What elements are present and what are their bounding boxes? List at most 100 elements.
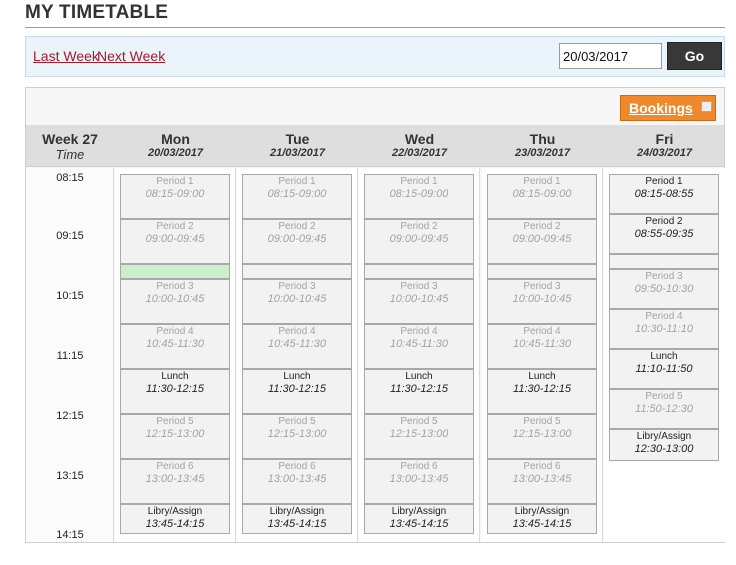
period-block[interactable]: Libry/Assign 13:45-14:15 [487,504,597,534]
period-name: Period 1 [400,176,438,187]
period-name: Period 4 [400,326,438,337]
period-block[interactable]: Period 2 09:00-09:45 [364,219,474,264]
day-header-wed: Wed 22/03/2017 [359,125,480,167]
period-block[interactable]: Period 2 09:00-09:45 [120,219,230,264]
period-name: Period 3 [400,281,438,292]
period-block[interactable]: Period 2 08:55-09:35 [609,214,719,254]
period-time: 13:45-14:15 [389,518,449,530]
timetable-panel: Bookings Week 27 Time Mon 20/03/2017 Tue 21… [25,87,725,543]
break-slot [120,264,230,279]
period-block[interactable]: Period 2 09:00-09:45 [487,219,597,264]
period-block[interactable]: Period 4 10:45-11:30 [120,324,230,369]
period-time: 10:45-11:30 [390,338,448,350]
day-column-mon: Period 1 08:15-09:00 Period 2 09:00-09:45 Pe… [115,168,236,542]
period-time: 08:15-09:00 [145,188,205,200]
week-header: Week 27 Time [26,125,114,167]
break-slot [364,264,474,279]
day-column-thu: Period 1 08:15-09:00 Period 2 09:00-09:45 Pe… [482,168,603,542]
period-time: 13:00-13:45 [267,473,327,485]
period-time: 11:30-12:15 [268,383,326,395]
period-block[interactable]: Period 6 13:00-13:45 [120,459,230,504]
period-block[interactable]: Period 6 13:00-13:45 [364,459,474,504]
period-time: 12:15-13:00 [512,428,572,440]
period-time: 13:00-13:45 [389,473,449,485]
period-name: Period 2 [278,221,316,232]
period-block[interactable]: Lunch 11:30-12:15 [487,369,597,414]
day-header-thu: Thu 23/03/2017 [482,125,603,167]
date-input[interactable] [559,43,662,69]
period-block[interactable]: Period 1 08:15-09:00 [242,174,352,219]
day-date: 20/03/2017 [147,147,204,159]
period-time: 13:00-13:45 [145,473,205,485]
period-block[interactable]: Period 2 09:00-09:45 [242,219,352,264]
period-name: Period 2 [400,221,438,232]
period-name: Period 6 [523,461,561,472]
period-block[interactable]: Libry/Assign 13:45-14:15 [364,504,474,534]
time-tick: 12:15 [56,410,84,422]
period-block[interactable]: Period 3 10:00-10:45 [242,279,352,324]
period-name: Period 5 [156,416,194,427]
period-block[interactable]: Period 3 10:00-10:45 [120,279,230,324]
period-time: 09:00-09:45 [267,233,327,245]
period-time: 13:45-14:15 [267,518,327,530]
day-column-wed: Period 1 08:15-09:00 Period 2 09:00-09:45 Pe… [359,168,480,542]
go-button[interactable]: Go [667,42,722,70]
period-block[interactable]: Period 5 12:15-13:00 [364,414,474,459]
period-name: Period 4 [645,311,683,322]
period-block[interactable]: Libry/Assign 13:45-14:15 [242,504,352,534]
time-tick: 11:15 [56,350,84,362]
period-block[interactable]: Libry/Assign 13:45-14:15 [120,504,230,534]
period-block[interactable]: Period 1 08:15-09:00 [120,174,230,219]
period-block[interactable]: Period 3 10:00-10:45 [364,279,474,324]
period-name: Period 3 [156,281,194,292]
week-label: Week 27 [42,131,98,147]
period-name: Period 5 [645,391,683,402]
period-block[interactable]: Lunch 11:30-12:15 [364,369,474,414]
period-block[interactable]: Libry/Assign 12:30-13:00 [609,429,719,461]
period-name: Period 1 [523,176,561,187]
period-block[interactable]: Period 1 08:15-09:00 [364,174,474,219]
period-block[interactable]: Period 5 12:15-13:00 [487,414,597,459]
period-time: 12:30-13:00 [634,443,694,455]
period-block[interactable]: Period 3 10:00-10:45 [487,279,597,324]
day-name: Thu [529,131,556,147]
period-block[interactable]: Period 1 08:15-09:00 [487,174,597,219]
period-block[interactable]: Period 6 13:00-13:45 [487,459,597,504]
period-block[interactable]: Lunch 11:10-11:50 [609,349,719,389]
period-time: 12:15-13:00 [145,428,205,440]
last-week-link[interactable]: Last Week [33,48,99,64]
period-time: 13:45-14:15 [512,518,572,530]
period-block[interactable]: Period 6 13:00-13:45 [242,459,352,504]
period-block[interactable]: Period 3 09:50-10:30 [609,269,719,309]
day-name: Fri [655,131,674,147]
period-block[interactable]: Period 4 10:45-11:30 [364,324,474,369]
period-time: 10:45-11:30 [513,338,571,350]
period-block[interactable]: Period 4 10:45-11:30 [242,324,352,369]
period-block[interactable]: Period 4 10:30-11:10 [609,309,719,349]
period-block[interactable]: Period 5 12:15-13:00 [120,414,230,459]
period-block[interactable]: Period 1 08:15-08:55 [609,174,719,214]
period-name: Lunch [650,351,678,362]
period-block[interactable]: Period 4 10:45-11:30 [487,324,597,369]
period-name: Lunch [528,371,556,382]
period-time: 10:00-10:45 [145,293,205,305]
period-time: 10:45-11:30 [146,338,204,350]
next-week-link[interactable]: Next Week [97,48,165,64]
time-tick: 10:15 [56,290,84,302]
period-name: Period 3 [645,271,683,282]
day-column-fri: Period 1 08:15-08:55 Period 2 08:55-09:35 Pe… [604,168,725,542]
day-date: 24/03/2017 [636,147,693,159]
period-name: Libry/Assign [636,431,692,442]
time-tick: 09:15 [56,230,84,242]
period-block[interactable]: Lunch 11:30-12:15 [242,369,352,414]
period-block[interactable]: Lunch 11:30-12:15 [120,369,230,414]
week-navigation-bar: Last Week Next Week Go [25,36,725,77]
period-name: Period 1 [278,176,316,187]
time-tick: 08:15 [56,172,84,184]
page-title: MY TIMETABLE [25,2,725,28]
period-name: Period 6 [400,461,438,472]
period-block[interactable]: Period 5 11:50-12:30 [609,389,719,429]
bookings-checkbox[interactable] [700,100,712,112]
period-block[interactable]: Period 5 12:15-13:00 [242,414,352,459]
bookings-button[interactable]: Bookings [620,95,716,121]
